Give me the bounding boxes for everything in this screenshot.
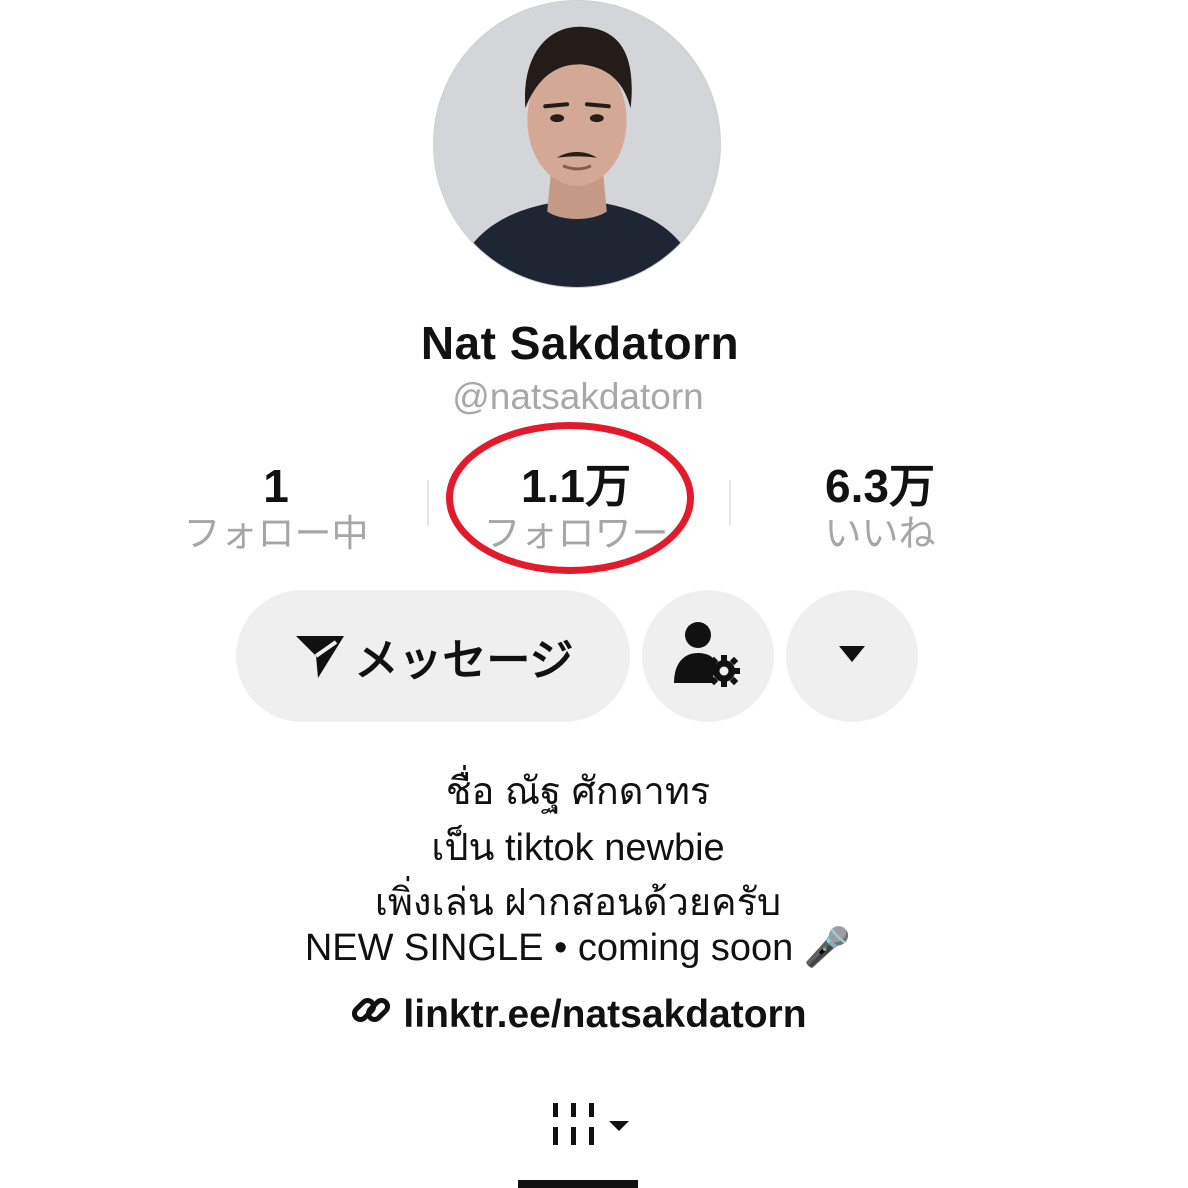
stat-divider	[427, 480, 429, 526]
followers-count: 1.1万	[521, 460, 631, 512]
link-icon	[349, 988, 403, 1042]
avatar-portrait	[434, 1, 720, 287]
user-gear-icon	[672, 621, 744, 692]
bio-line: เพิ่งเล่น ฝากสอนด้วยครับ	[374, 882, 782, 924]
bio-line: NEW SINGLE • coming soon 🎤	[304, 927, 852, 969]
followers-label: フォロワー	[483, 513, 669, 554]
caret-down-icon	[837, 644, 867, 669]
following-label: フォロー中	[183, 513, 369, 554]
active-tab-indicator	[518, 1180, 638, 1188]
bio-line: ชื่อ ณัฐ ศักดาทร	[445, 771, 711, 813]
bio-line: เป็น tiktok newbie	[431, 827, 725, 869]
display-name: Nat Sakdatorn	[420, 317, 740, 369]
more-options-button[interactable]	[786, 590, 918, 722]
profile-page: Nat Sakdatorn @natsakdatorn 1 フォロー中 1.1万…	[0, 0, 1188, 1188]
message-button-label: メッセージ	[354, 636, 574, 685]
grid-icon	[545, 1099, 635, 1154]
likes-label: いいね	[824, 513, 936, 554]
message-button[interactable]: メッセージ	[236, 590, 630, 722]
bio-link[interactable]: linktr.ee/natsakdatorn	[0, 988, 1156, 1042]
stat-divider	[729, 480, 731, 526]
stat-following[interactable]: 1 フォロー中	[176, 458, 376, 556]
tab-videos[interactable]	[540, 1098, 640, 1154]
stat-likes[interactable]: 6.3万 いいね	[780, 458, 980, 556]
send-icon	[292, 626, 348, 687]
bio-link-text: linktr.ee/natsakdatorn	[403, 993, 807, 1036]
user-settings-button[interactable]	[642, 590, 774, 722]
username-handle: @natsakdatorn	[452, 376, 704, 417]
following-count: 1	[263, 460, 289, 512]
stat-followers[interactable]: 1.1万 フォロワー	[476, 458, 676, 556]
avatar[interactable]	[433, 0, 721, 288]
likes-count: 6.3万	[825, 460, 935, 512]
